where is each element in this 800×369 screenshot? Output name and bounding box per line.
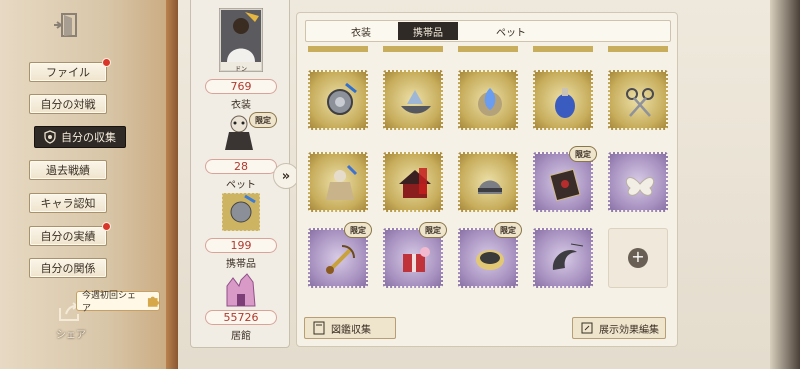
- tab-pet-label: ペット: [496, 27, 526, 39]
- menu-history-label: 過去戦績: [46, 164, 90, 177]
- accessory-slot[interactable]: [383, 70, 443, 130]
- costume-count: 769: [205, 79, 277, 94]
- tab-pet[interactable]: ペット: [486, 21, 536, 41]
- limited-badge: 限定: [569, 146, 597, 162]
- potion-trinket-icon: [555, 88, 575, 118]
- stamp-edge: [608, 46, 668, 52]
- stamp-edge: [383, 46, 443, 52]
- menu-character-button[interactable]: キャラ認知: [29, 193, 107, 213]
- page-edge-shadow: [770, 0, 800, 369]
- tab-accessory[interactable]: 携帯品: [398, 22, 458, 40]
- red-house-trinket-icon: [399, 168, 431, 198]
- edit-display-button[interactable]: 展示効果編集: [572, 317, 666, 339]
- card-trinket-icon: [549, 168, 581, 202]
- doll-trinket-icon: [326, 164, 358, 200]
- catalog-button-label: 図鑑収集: [331, 324, 371, 336]
- accessory-slot[interactable]: 限定: [533, 146, 597, 212]
- accessory-thumbnail[interactable]: [191, 192, 291, 232]
- plus-icon: +: [628, 248, 648, 268]
- residence-thumbnail[interactable]: [191, 270, 291, 310]
- gear-trinket-icon: [221, 192, 261, 232]
- accessory-count: 199: [205, 238, 277, 253]
- residence-label: 居館: [231, 331, 251, 342]
- gift-box-trinket-icon: [403, 247, 430, 272]
- stamp-edge: [458, 46, 518, 52]
- menu-achievements-button[interactable]: 自分の実績: [29, 222, 111, 246]
- share-reward-bubble[interactable]: 今週初回シェア: [76, 291, 160, 314]
- menu-file-button[interactable]: ファイル: [29, 58, 111, 82]
- menu-collection-label: 自分の収集: [61, 131, 116, 144]
- accessory-slot[interactable]: [458, 70, 518, 130]
- catalog-button[interactable]: 図鑑収集: [304, 317, 396, 339]
- share-bubble-text: 今週初回シェア: [82, 291, 137, 314]
- notification-dot: [102, 58, 111, 67]
- avatar[interactable]: [191, 8, 291, 72]
- share-label: シェア: [56, 330, 86, 341]
- moth-trinket-icon: [625, 177, 655, 196]
- notification-dot: [102, 222, 111, 231]
- accessory-slot[interactable]: [383, 152, 443, 212]
- pet-count: 28: [205, 159, 277, 174]
- scissors-trinket-icon: [626, 88, 654, 117]
- accessory-slot[interactable]: [308, 152, 368, 212]
- sword-trinket-icon: [326, 245, 355, 274]
- tab-costume-label: 衣装: [351, 27, 371, 39]
- edit-display-label: 展示効果編集: [599, 324, 659, 336]
- stamp-edge: [533, 46, 593, 52]
- character-portrait: [219, 8, 263, 72]
- tab-costume[interactable]: 衣装: [336, 21, 386, 41]
- double-chevron-right-icon: »: [281, 168, 291, 184]
- accessory-slot[interactable]: [608, 70, 668, 130]
- menu-file-label: ファイル: [46, 66, 90, 79]
- exit-door-icon[interactable]: [52, 12, 80, 38]
- shield-icon: [44, 130, 56, 144]
- puzzle-piece-icon: [147, 296, 159, 307]
- accessory-slot[interactable]: [533, 70, 593, 130]
- limited-badge: 限定: [249, 112, 277, 128]
- limited-badge: 限定: [494, 222, 522, 238]
- limited-badge: 限定: [419, 222, 447, 238]
- portrait-name: ドン: [235, 66, 248, 73]
- stamp-edge: [308, 46, 368, 52]
- menu-character-label: キャラ認知: [40, 197, 96, 210]
- menu-matches-button[interactable]: 自分の対戦: [29, 94, 107, 114]
- accessory-slot[interactable]: 限定: [383, 222, 447, 288]
- accessory-grid: 限定 限定 限定 限定 +: [300, 46, 676, 310]
- residence-count: 55726: [205, 310, 277, 325]
- accessory-slot[interactable]: [458, 152, 518, 212]
- category-tabs: 衣装 携帯品 ペット: [305, 20, 671, 42]
- castle-icon: [226, 273, 256, 307]
- claw-trinket-icon: [552, 243, 584, 270]
- costume-label: 衣装: [231, 100, 251, 111]
- ship-trinket-icon: [401, 90, 431, 114]
- drum-trinket-icon: [476, 250, 504, 270]
- menu-history-button[interactable]: 過去戦績: [29, 160, 107, 180]
- accessory-slot[interactable]: 限定: [308, 222, 372, 288]
- pet-thumbnail[interactable]: 限定: [191, 110, 291, 156]
- limited-badge: 限定: [344, 222, 372, 238]
- scrolled-row-hint: [308, 46, 668, 52]
- helmet-trinket-icon: [478, 180, 502, 194]
- accessory-slot[interactable]: [533, 228, 593, 288]
- accessory-slot[interactable]: 限定: [458, 222, 522, 288]
- accessory-slot[interactable]: [608, 152, 668, 212]
- menu-relations-button[interactable]: 自分の関係: [29, 258, 107, 278]
- menu-matches-label: 自分の対戦: [40, 98, 96, 111]
- edit-icon: [581, 322, 593, 334]
- menu-collection-button[interactable]: 自分の収集: [34, 126, 126, 148]
- tab-accessory-label: 携帯品: [413, 27, 443, 39]
- book-icon: [313, 321, 325, 335]
- blue-flame-trinket-icon: [478, 88, 502, 116]
- empty-slot[interactable]: +: [608, 228, 668, 288]
- menu-achievements-label: 自分の実績: [40, 230, 96, 243]
- menu-relations-label: 自分の関係: [40, 262, 96, 275]
- accessory-slot[interactable]: [308, 70, 368, 130]
- gear-trinket-icon: [327, 82, 357, 115]
- accessory-label: 携帯品: [226, 259, 256, 270]
